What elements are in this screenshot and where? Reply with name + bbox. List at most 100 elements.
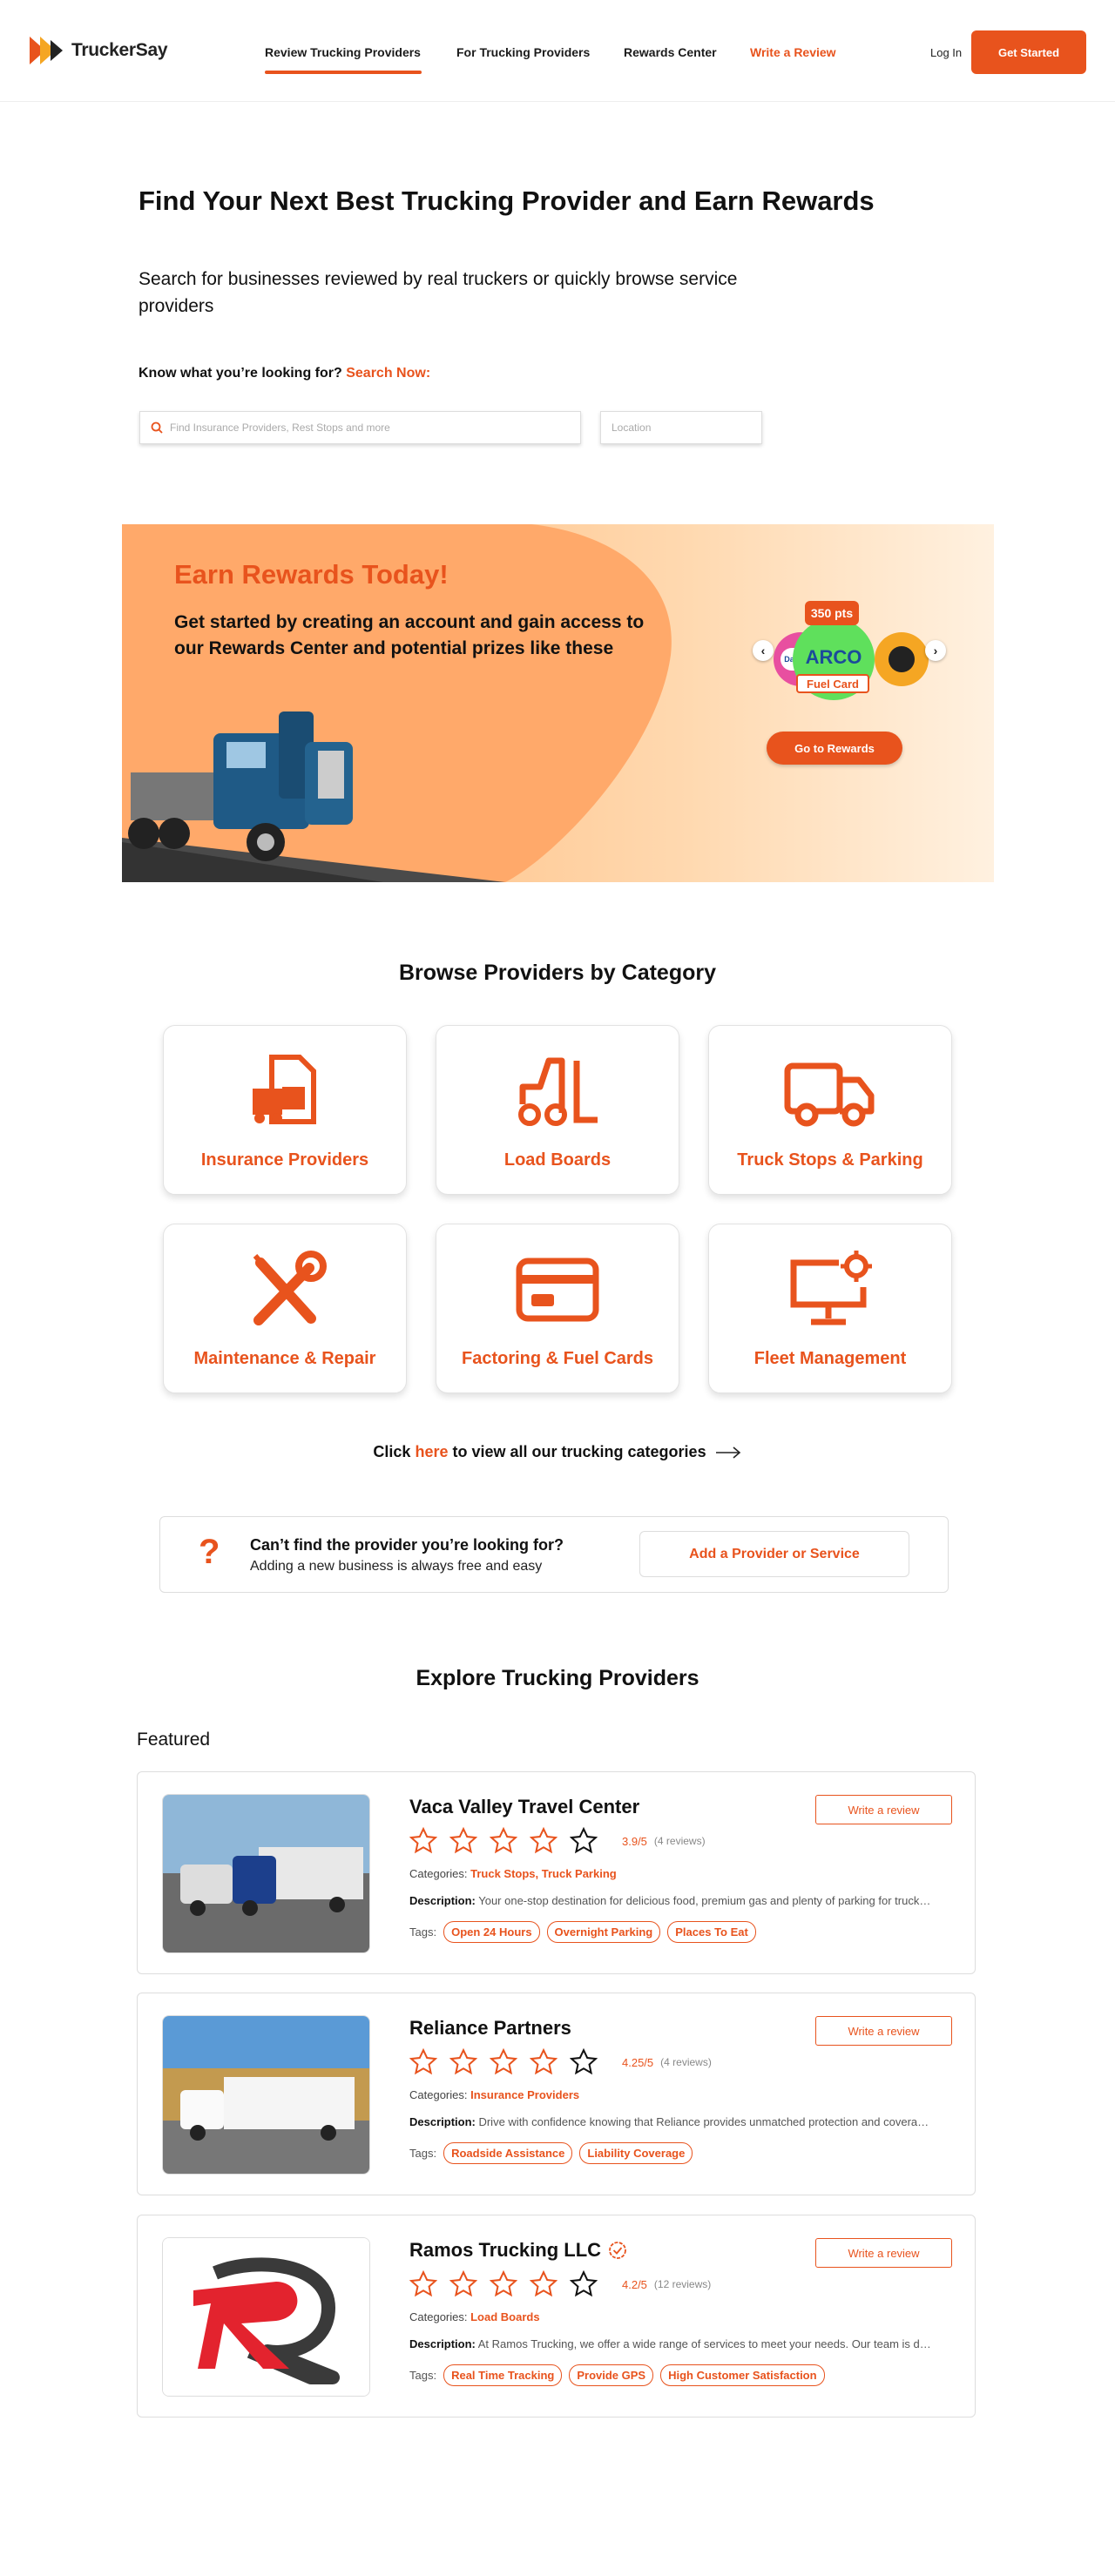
review-count: (12 reviews): [653, 2278, 712, 2290]
star-icon: [449, 2269, 478, 2297]
category-label: Factoring & Fuel Cards: [461, 1349, 654, 1368]
nav-write-review[interactable]: Write a Review: [750, 45, 836, 59]
star-icon: [449, 1826, 478, 1854]
rating-value: 3.9/5: [622, 1834, 647, 1848]
provider-image[interactable]: [162, 1794, 370, 1953]
category-truck-stops[interactable]: Truck Stops & Parking: [708, 1025, 952, 1195]
location-placeholder: Location: [612, 421, 652, 434]
nav-review-providers[interactable]: Review Trucking Providers: [265, 45, 421, 59]
star-icon: [409, 2269, 438, 2297]
third-prize: [875, 632, 929, 686]
category-factoring[interactable]: Factoring & Fuel Cards: [436, 1224, 679, 1393]
search-input[interactable]: Find Insurance Providers, Rest Stops and…: [139, 411, 581, 444]
star-icon: [529, 1826, 558, 1854]
carousel-prev-button[interactable]: ‹: [753, 640, 774, 661]
provider-card: Reliance Partners 4.25/5 (4 reviews) Cat…: [137, 1993, 976, 2195]
categories-value[interactable]: Truck Stops, Truck Parking: [470, 1867, 617, 1880]
rating-value: 4.25/5: [622, 2055, 654, 2069]
hero-search-prompt: Know what you’re looking for? Search Now…: [139, 366, 430, 381]
tags-label: Tags:: [409, 2147, 437, 2160]
search-now-link[interactable]: Search Now:: [346, 366, 430, 381]
fuel-card-label: Fuel Card: [796, 674, 869, 693]
star-icon: [489, 2047, 518, 2075]
truck-image: [122, 711, 505, 882]
category-fleet-management[interactable]: Fleet Management: [708, 1224, 952, 1393]
description-label: Description:: [409, 1894, 476, 1907]
write-review-button[interactable]: Write a review: [815, 2238, 952, 2268]
view-all-categories: Click here to view all our trucking cate…: [0, 1443, 1115, 1461]
category-label: Insurance Providers: [200, 1150, 369, 1170]
provider-name[interactable]: Ramos Trucking LLC: [409, 2239, 627, 2262]
tag[interactable]: Provide GPS: [569, 2364, 654, 2386]
star-icon: [489, 2269, 518, 2297]
cant-find-box: ? Can’t find the provider you’re looking…: [159, 1516, 949, 1593]
search-icon: [151, 421, 163, 434]
provider-description: Description: Your one-stop destination f…: [409, 1894, 932, 1907]
hero-search-prompt-text: Know what you’re looking for?: [139, 366, 342, 381]
nav-rewards-center[interactable]: Rewards Center: [624, 45, 717, 59]
cant-find-title: Can’t find the provider you’re looking f…: [250, 1536, 564, 1554]
forklift-icon: [436, 1052, 679, 1130]
logo-text: TruckerSay: [71, 40, 168, 60]
arco-logo: ARCO: [805, 646, 862, 668]
provider-image[interactable]: [162, 2237, 370, 2397]
location-input[interactable]: Location: [600, 411, 762, 444]
description-label: Description:: [409, 2337, 476, 2350]
star-icon: [409, 2047, 438, 2075]
categories-label: Categories:: [409, 1867, 468, 1880]
arrow-right-icon[interactable]: [715, 1446, 742, 1459]
provider-tags: Tags: Roadside Assistance Liability Cove…: [409, 2142, 693, 2164]
monitor-gear-icon: [709, 1251, 951, 1329]
tag[interactable]: High Customer Satisfaction: [660, 2364, 825, 2386]
category-maintenance[interactable]: Maintenance & Repair: [163, 1224, 407, 1393]
provider-tags: Tags: Real Time Tracking Provide GPS Hig…: [409, 2364, 825, 2386]
star-icon: [449, 2047, 478, 2075]
carousel-next-button[interactable]: ›: [925, 640, 946, 661]
categories-value[interactable]: Insurance Providers: [470, 2088, 579, 2101]
hero-subtitle: Search for businesses reviewed by real t…: [139, 269, 738, 316]
provider-categories: Categories: Insurance Providers: [409, 2088, 579, 2101]
tag[interactable]: Liability Coverage: [579, 2142, 693, 2164]
explore-title: Explore Trucking Providers: [416, 1666, 699, 1690]
credit-card-icon: [436, 1251, 679, 1329]
third-prize-logo: [889, 646, 915, 672]
write-review-button[interactable]: Write a review: [815, 2016, 952, 2046]
provider-name[interactable]: Reliance Partners: [409, 2017, 571, 2040]
add-provider-button[interactable]: Add a Provider or Service: [639, 1531, 909, 1577]
login-link[interactable]: Log In: [930, 46, 962, 59]
tag[interactable]: Places To Eat: [667, 1921, 756, 1943]
rating-value: 4.2/5: [622, 2277, 647, 2291]
rewards-banner: Earn Rewards Today! Get started by creat…: [122, 524, 994, 882]
search-placeholder: Find Insurance Providers, Rest Stops and…: [170, 421, 390, 434]
category-load-boards[interactable]: Load Boards: [436, 1025, 679, 1195]
featured-label: Featured: [137, 1730, 211, 1750]
tag[interactable]: Real Time Tracking: [443, 2364, 563, 2386]
cant-find-subtitle: Adding a new business is always free and…: [250, 1559, 543, 1574]
go-to-rewards-button[interactable]: Go to Rewards: [767, 732, 902, 765]
category-label: Fleet Management: [753, 1349, 907, 1368]
get-started-button[interactable]: Get Started: [971, 30, 1086, 74]
stars-icon: [409, 2047, 610, 2076]
provider-description: Description: Drive with confidence knowi…: [409, 2115, 932, 2128]
insurance-icon: [164, 1052, 406, 1130]
logo-icon: [30, 37, 63, 64]
star-icon: [569, 2269, 598, 2297]
logo[interactable]: TruckerSay: [28, 33, 168, 68]
description-text: At Ramos Trucking, we offer a wide range…: [477, 2337, 932, 2350]
view-all-link[interactable]: here: [415, 1443, 448, 1460]
click-prefix: Click: [373, 1443, 411, 1460]
categories-value[interactable]: Load Boards: [470, 2310, 539, 2323]
star-icon: [529, 2269, 558, 2297]
tags-label: Tags:: [409, 1925, 437, 1939]
write-review-button[interactable]: Write a review: [815, 1795, 952, 1824]
description-label: Description:: [409, 2115, 476, 2128]
provider-name[interactable]: Vaca Valley Travel Center: [409, 1796, 639, 1818]
tag[interactable]: Open 24 Hours: [443, 1921, 540, 1943]
category-insurance[interactable]: Insurance Providers: [163, 1025, 407, 1195]
star-icon: [529, 2047, 558, 2075]
provider-image[interactable]: [162, 2015, 370, 2175]
nav-for-providers[interactable]: For Trucking Providers: [456, 45, 590, 59]
provider-categories: Categories: Truck Stops, Truck Parking: [409, 1867, 617, 1880]
tag[interactable]: Roadside Assistance: [443, 2142, 573, 2164]
tag[interactable]: Overnight Parking: [546, 1921, 661, 1943]
